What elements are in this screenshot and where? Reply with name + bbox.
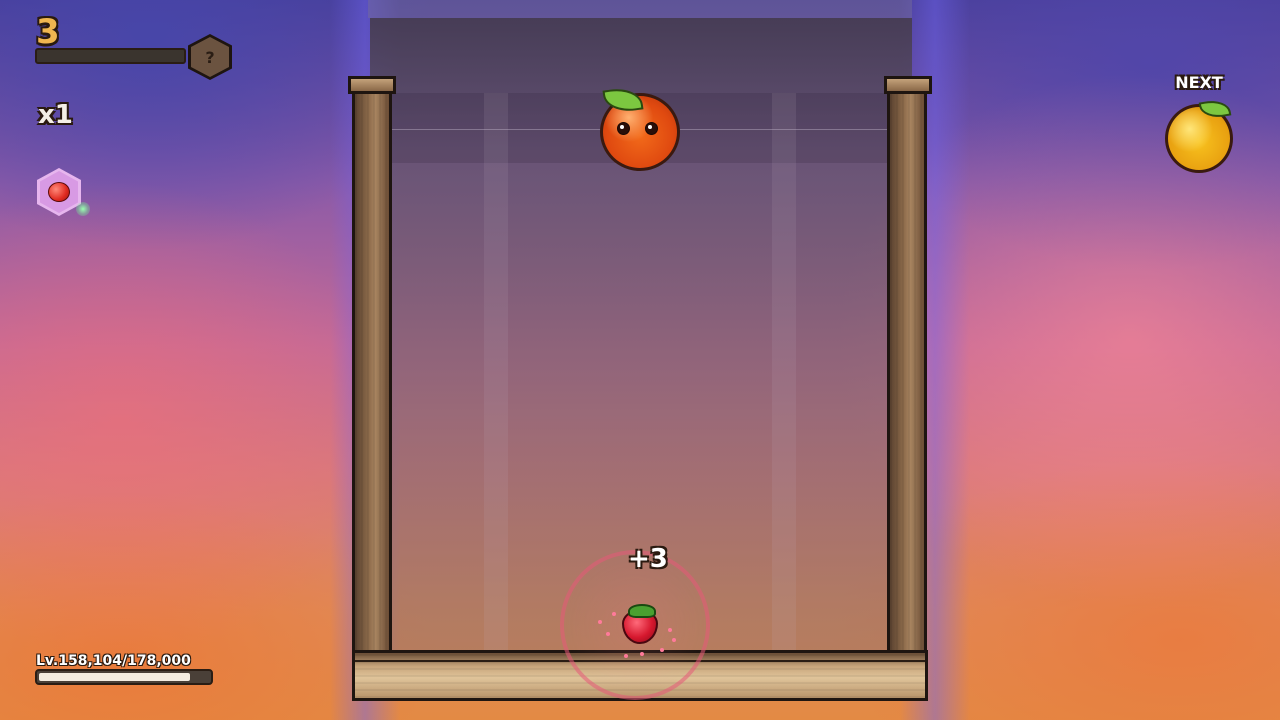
- mystery-badge: ?: [188, 34, 232, 80]
- sparkle-icon: [76, 202, 90, 216]
- spark-particle: [612, 612, 616, 616]
- left-wall: [352, 76, 392, 666]
- spark-particle: [660, 648, 664, 652]
- question-mark-icon: ?: [191, 37, 229, 77]
- spark-particle: [672, 638, 676, 642]
- orange-eye: [645, 122, 658, 135]
- spark-particle: [606, 632, 610, 636]
- level-progress-text: Lv.158,104/178,000: [36, 653, 191, 669]
- level-progress-fill: [39, 673, 190, 681]
- score-progress-bar: [35, 48, 186, 64]
- spark-particle: [668, 628, 672, 632]
- strawberry-leaf-icon: [628, 604, 656, 618]
- container-top-shade: [368, 0, 912, 18]
- container-highlight: [772, 93, 796, 653]
- score-value: 3: [36, 12, 60, 52]
- spark-particle: [640, 652, 644, 656]
- orange-eye: [617, 122, 630, 135]
- spark-particle: [598, 620, 602, 624]
- right-wall: [887, 76, 927, 666]
- spark-particle: [624, 654, 628, 658]
- right-wall-cap: [884, 76, 932, 94]
- powerup-button[interactable]: [37, 168, 81, 216]
- combo-multiplier: x1: [38, 100, 73, 130]
- left-wall-cap: [348, 76, 396, 94]
- merge-points-popup: +3: [628, 544, 668, 574]
- apple-icon: [48, 182, 70, 202]
- level-progress-bar: [35, 669, 213, 685]
- container-highlight: [484, 93, 508, 653]
- next-label: NEXT: [1175, 73, 1223, 92]
